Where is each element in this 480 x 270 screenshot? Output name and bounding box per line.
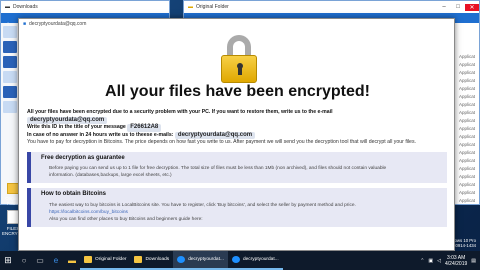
folder-icon: [84, 256, 92, 263]
task-label: decryptyourdat...: [188, 257, 224, 262]
padlock-icon: [221, 35, 257, 83]
file-item[interactable]: Applicat: [459, 157, 479, 165]
clock[interactable]: 3:03 AM 4/24/2019: [445, 255, 467, 267]
obtain-bitcoins-text: The easiest way to buy bitcoins is Local…: [49, 202, 356, 208]
window-icon: ■: [23, 20, 27, 27]
free-decryption-title: Free decryption as guarantee: [41, 154, 125, 161]
intro-line: All your files have been encrypted due t…: [27, 109, 333, 115]
browser-icon: [231, 256, 240, 263]
nav-item[interactable]: [3, 101, 17, 113]
file-list-column: Applicat Applicat Applicat Applicat Appl…: [457, 53, 479, 204]
close-icon[interactable]: ✕: [465, 3, 479, 11]
browser-icon: [177, 256, 186, 263]
ransom-note-window[interactable]: ■ decryptyourdata@qq.com All your files …: [18, 18, 455, 251]
downloads-titlebar[interactable]: ▬ Downloads: [1, 1, 169, 13]
task-label: decryptyourdat...: [242, 257, 279, 262]
backup-email-label: In case of no answer in 24 hours write u…: [27, 131, 174, 138]
file-item[interactable]: Applicat: [459, 133, 479, 141]
file-item[interactable]: Applicat: [459, 125, 479, 133]
edge-icon[interactable]: e: [48, 251, 64, 270]
network-icon[interactable]: ▣: [428, 258, 433, 264]
task-label: Downloads: [145, 257, 170, 262]
taskbar-item-decrypt-2[interactable]: decryptyourdat...: [227, 251, 283, 270]
file-item[interactable]: Applicat: [459, 189, 479, 197]
maximize-icon[interactable]: □: [451, 4, 465, 11]
file-item[interactable]: Applicat: [459, 181, 479, 189]
file-item[interactable]: Applicat: [459, 165, 479, 173]
clock-date: 4/24/2019: [445, 260, 468, 267]
file-item[interactable]: Applicat: [459, 101, 479, 109]
folder-icon: [134, 256, 143, 263]
window-controls: – □ ✕: [437, 3, 479, 11]
navigation-pane: [1, 23, 19, 204]
original-folder-titlebar[interactable]: ▬ Original Folder – □ ✕: [184, 1, 479, 13]
clock-time: 3:03 AM: [446, 254, 466, 261]
free-decryption-text: Before paying you can send us up to 1 fi…: [49, 166, 387, 171]
file-item[interactable]: Applicat: [459, 149, 479, 157]
backup-email[interactable]: decryptyourdata@qq.com: [174, 131, 256, 139]
payment-line: You have to pay for decryption in Bitcoi…: [27, 139, 416, 145]
folder-icon: ▬: [5, 4, 10, 10]
file-item[interactable]: Applicat: [459, 109, 479, 117]
chevron-up-icon[interactable]: ⌃: [420, 258, 424, 264]
nav-item[interactable]: [3, 56, 17, 68]
file-item[interactable]: Applicat: [459, 77, 479, 85]
victim-id[interactable]: F26612A8: [127, 124, 162, 132]
note-window-title: decryptyourdata@qq.com: [29, 20, 87, 27]
file-item[interactable]: Applicat: [459, 53, 479, 61]
file-item[interactable]: Applicat: [459, 69, 479, 77]
id-line: Write this ID in the title of your messa…: [27, 124, 447, 132]
nav-item[interactable]: [3, 41, 17, 53]
original-folder-title: Original Folder: [196, 4, 229, 10]
backup-email-line: In case of no answer in 24 hours write u…: [27, 131, 447, 139]
task-view-icon[interactable]: ▭: [32, 251, 48, 270]
file-item[interactable]: Applicat: [459, 117, 479, 125]
notifications-icon[interactable]: ▤: [471, 258, 476, 264]
file-item[interactable]: Applicat: [459, 61, 479, 69]
note-titlebar[interactable]: ■ decryptyourdata@qq.com: [19, 19, 454, 28]
contact-email[interactable]: decryptyourdata@qq.com: [27, 116, 108, 124]
obtain-bitcoins-box: How to obtain Bitcoins The easiest way t…: [27, 188, 447, 227]
search-icon[interactable]: ○: [16, 251, 32, 270]
id-line-label: Write this ID in the title of your messa…: [27, 124, 126, 130]
taskbar-item-downloads[interactable]: Downloads: [130, 251, 174, 270]
file-item[interactable]: Applicat: [459, 197, 479, 204]
headline: All your files have been encrypted!: [105, 83, 370, 100]
windows-start-icon[interactable]: ⊞: [0, 251, 16, 270]
system-tray: ⌃ ▣ ◁ 3:03 AM 4/24/2019 ▤: [420, 255, 480, 267]
task-label: Original Folder: [95, 257, 127, 262]
obtain-bitcoins-title: How to obtain Bitcoins: [41, 191, 106, 197]
note-content: All your files have been encrypted due t…: [27, 109, 447, 227]
free-decryption-text: information. (databases,backups, large e…: [49, 173, 172, 178]
file-item[interactable]: Applicat: [459, 173, 479, 181]
minimize-icon[interactable]: –: [437, 4, 451, 11]
nav-item[interactable]: [3, 71, 17, 83]
nav-item[interactable]: [3, 26, 17, 38]
downloads-title: Downloads: [13, 4, 38, 10]
localbitcoins-link[interactable]: https://localbitcoins.com/buy_bitcoins: [49, 209, 441, 216]
file-item[interactable]: Applicat: [459, 85, 479, 93]
free-decryption-box: Free decryption as guarantee Before payi…: [27, 151, 447, 183]
file-item[interactable]: Applicat: [459, 141, 479, 149]
nav-item[interactable]: [3, 86, 17, 98]
volume-icon[interactable]: ◁: [437, 258, 441, 264]
taskbar-item-decrypt-1[interactable]: decryptyourdat...: [173, 251, 228, 270]
folder-icon: ▬: [188, 4, 193, 10]
file-item[interactable]: Applicat: [459, 93, 479, 101]
obtain-bitcoins-text: Also you can find other places to buy Bi…: [49, 216, 203, 222]
taskbar-item-original-folder[interactable]: Original Folder: [80, 251, 131, 270]
desktop: ▬ Downloads File Home Share View ▬ Origi…: [0, 0, 480, 251]
file-explorer-icon[interactable]: ▬: [64, 251, 80, 270]
taskbar: ⊞ ○ ▭ e ▬ Original Folder Downloads decr…: [0, 251, 480, 270]
